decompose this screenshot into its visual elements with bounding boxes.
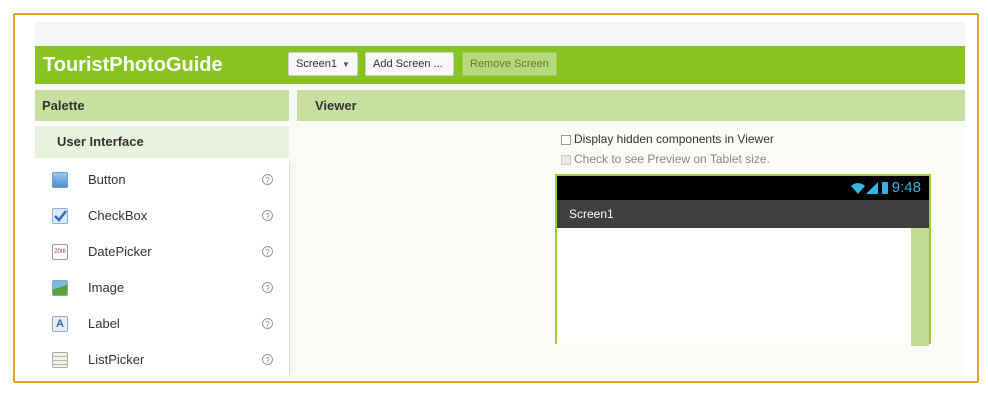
add-screen-button[interactable]: Add Screen ... — [365, 52, 454, 76]
palette-header: Palette — [35, 90, 289, 121]
phone-scrollbar[interactable] — [911, 228, 929, 346]
status-icons: 9:48 — [850, 179, 921, 196]
help-icon[interactable]: ? — [262, 354, 273, 365]
display-hidden-option[interactable]: Display hidden components in Viewer — [561, 132, 774, 146]
signal-icon — [865, 182, 878, 195]
listpicker-icon — [52, 352, 68, 368]
checkbox-icon — [52, 208, 68, 224]
palette-item-button[interactable]: Button ? — [35, 162, 289, 198]
phone-screen-title: Screen1 — [557, 200, 929, 228]
palette-item-label: DatePicker — [88, 244, 152, 259]
help-icon[interactable]: ? — [262, 318, 273, 329]
palette-item-image[interactable]: Image ? — [35, 270, 289, 306]
palette-item-label: CheckBox — [88, 208, 148, 223]
image-icon — [52, 280, 68, 296]
label-icon: A — [52, 316, 68, 332]
palette-item-label: Image — [88, 280, 125, 295]
palette-item-list: Button ? CheckBox ? 20III DatePicker ? I… — [35, 162, 290, 375]
remove-screen-button[interactable]: Remove Screen — [462, 52, 557, 76]
chevron-down-icon: ▼ — [341, 60, 350, 69]
top-bar: TouristPhotoGuide Screen1 ▼ Add Screen ..… — [35, 46, 965, 84]
display-hidden-checkbox[interactable] — [561, 134, 571, 145]
display-hidden-label: Display hidden components in Viewer — [574, 132, 774, 146]
palette-item-listpicker[interactable]: ListPicker ? — [35, 342, 289, 375]
viewer-header: Viewer — [297, 90, 965, 121]
palette-panel: Palette User Interface Button ? CheckBox… — [35, 90, 290, 375]
viewer-panel: Viewer Display hidden components in View… — [297, 90, 965, 375]
help-icon[interactable]: ? — [262, 246, 273, 257]
palette-item-label[interactable]: A Label ? — [35, 306, 289, 342]
palette-item-checkbox[interactable]: CheckBox ? — [35, 198, 289, 234]
tablet-preview-checkbox[interactable] — [561, 154, 571, 165]
wifi-icon — [850, 183, 865, 195]
tablet-preview-label: Check to see Preview on Tablet size. — [574, 152, 770, 166]
app-inventor-designer: TouristPhotoGuide Screen1 ▼ Add Screen ..… — [35, 22, 965, 375]
palette-item-label: ListPicker — [88, 352, 145, 367]
help-icon[interactable]: ? — [262, 174, 273, 185]
phone-status-bar: 9:48 — [557, 176, 929, 200]
tablet-preview-option[interactable]: Check to see Preview on Tablet size. — [561, 152, 770, 166]
screen-select-dropdown[interactable]: Screen1 ▼ — [288, 52, 358, 76]
datepicker-icon: 20III — [52, 244, 68, 260]
project-title: TouristPhotoGuide — [43, 54, 223, 76]
screen-select-label: Screen1 — [296, 58, 337, 70]
phone-preview: 9:48 Screen1 — [555, 174, 931, 346]
browser-strip — [35, 22, 965, 46]
status-time: 9:48 — [891, 179, 921, 196]
palette-item-label: Label — [88, 316, 120, 331]
battery-icon — [881, 182, 888, 195]
button-icon — [52, 172, 68, 188]
help-icon[interactable]: ? — [262, 282, 273, 293]
help-icon[interactable]: ? — [262, 210, 273, 221]
palette-item-datepicker[interactable]: 20III DatePicker ? — [35, 234, 289, 270]
palette-section-user-interface[interactable]: User Interface — [35, 126, 289, 158]
palette-item-label: Button — [88, 172, 126, 187]
